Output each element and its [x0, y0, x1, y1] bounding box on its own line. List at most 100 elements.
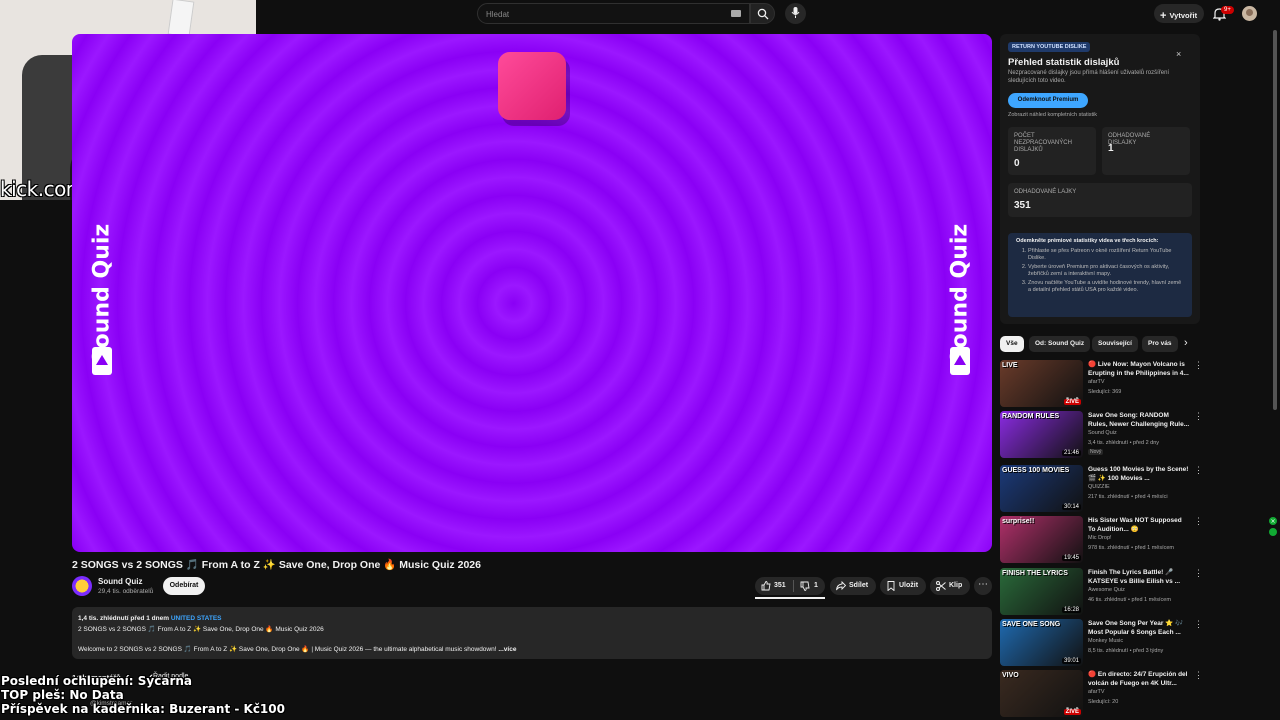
estimated-dislikes-card: ODHADOVANÉ DISLAJKY 1 [1102, 127, 1190, 175]
video-thumbnail[interactable]: FINISH THE LYRICS 16:28 [1000, 568, 1083, 615]
recommendation-item[interactable]: GUESS 100 MOVIES 30:14 Guess 100 Movies by… [1000, 465, 1203, 513]
unlock-premium-button[interactable]: Odemknout Premium [1008, 93, 1088, 108]
thumbs-up-icon[interactable] [761, 581, 771, 591]
channel-name[interactable]: Sound Quiz [98, 577, 142, 586]
description-box[interactable]: 1,4 tis. zhlédnutí před 1 dnem UNITED ST… [72, 607, 992, 659]
save-button[interactable]: Uložit [880, 577, 926, 595]
create-button[interactable]: + Vytvořit [1154, 4, 1204, 23]
video-thumbnail[interactable]: surprise!! 19:45 [1000, 516, 1083, 563]
more-vert-icon[interactable]: ⋮ [1194, 670, 1203, 681]
recommendation-item[interactable]: FINISH THE LYRICS 16:28 Finish The Lyrics … [1000, 568, 1203, 616]
channel-name[interactable]: afarTV [1088, 379, 1105, 385]
dislike-count[interactable]: 1 [814, 582, 818, 589]
create-label: Vytvořit [1169, 11, 1198, 20]
more-actions-button[interactable]: ⋯ [974, 577, 992, 595]
recommendation-item[interactable]: SAVE ONE SONG 39:01 Save One Song Per Year… [1000, 619, 1203, 667]
thumbs-down-icon[interactable] [800, 581, 810, 591]
account-avatar[interactable] [1242, 6, 1257, 21]
thumbnail-caption: surprise!! [1002, 518, 1035, 525]
step-item: Znovu načtěte YouTube a uvidíte hodinové… [1028, 280, 1184, 294]
microphone-icon [791, 7, 800, 18]
video-title[interactable]: Finish The Lyrics Battle! 🎤 KATSEYE vs B… [1088, 568, 1190, 586]
recommendation-item[interactable]: surprise!! 19:45 His Sister Was NOT Suppos… [1000, 516, 1203, 564]
search-icon [757, 8, 769, 20]
share-icon [836, 581, 846, 591]
channel-name[interactable]: Monkey Music [1088, 638, 1123, 644]
channel-name[interactable]: afarTV [1088, 689, 1105, 695]
chip-from-channel[interactable]: Od: Sound Quiz [1029, 336, 1091, 352]
search-input[interactable]: Hledat [477, 3, 750, 24]
side-extension-icons[interactable]: × [1268, 516, 1278, 538]
chip-related[interactable]: Související [1092, 336, 1138, 352]
more-vert-icon[interactable]: ⋮ [1194, 360, 1203, 371]
bookmark-icon [887, 581, 895, 591]
more-vert-icon[interactable]: ⋮ [1194, 619, 1203, 630]
channel-name[interactable]: QUIZZIE [1088, 484, 1110, 490]
like-count[interactable]: 351 [774, 582, 786, 589]
clip-button[interactable]: Klip [930, 577, 970, 595]
recommendation-item[interactable]: LIVE ŽIVĚ 🔴 Live Now: Mayon Volcano is Eru… [1000, 360, 1203, 408]
recommendation-item[interactable]: RANDOM RULES 21:46 Save One Song: RANDOM R… [1000, 411, 1203, 459]
channel-avatar[interactable] [72, 576, 92, 596]
recommendation-item[interactable]: VIVO ŽIVĚ 🔴 En directo: 24/7 Erupción del … [1000, 670, 1203, 718]
video-duration: 21:46 [1061, 450, 1081, 456]
thumbnail-caption: VIVO [1002, 672, 1019, 679]
rdl-preview-link[interactable]: Zobrazit náhled kompletních statistik [1008, 112, 1097, 118]
share-button[interactable]: Sdílet [830, 577, 876, 595]
thumbnail-caption: FINISH THE LYRICS [1002, 570, 1068, 577]
video-stats: 3,4 tis. zhlédnutí • před 2 dny [1088, 440, 1160, 446]
video-title[interactable]: Guess 100 Movies by the Scene! 🎬 ✨ 100 M… [1088, 465, 1190, 483]
video-duration: 16:28 [1061, 607, 1081, 613]
watermark-text-left: Sound Quiz [89, 223, 115, 365]
subscribe-button[interactable]: Odebírat [163, 577, 205, 595]
estimated-likes-label: ODHADOVANÉ LAJKY [1014, 189, 1077, 195]
video-player[interactable]: Sound Quiz Sound Quiz [72, 34, 992, 552]
save-label: Uložit [899, 582, 919, 589]
video-thumbnail[interactable]: LIVE ŽIVĚ [1000, 360, 1083, 407]
estimated-likes-value: 351 [1014, 200, 1031, 211]
video-stats: 217 tis. zhlédnutí • před 4 měsíci [1088, 494, 1168, 500]
chip-all[interactable]: Vše [1000, 336, 1024, 352]
thumbnail-caption: LIVE [1002, 362, 1018, 369]
live-badge: ŽIVĚ [1063, 399, 1081, 405]
page-scrollbar[interactable] [1273, 30, 1277, 410]
watermark-logo-icon [92, 347, 112, 375]
video-thumbnail[interactable]: SAVE ONE SONG 39:01 [1000, 619, 1083, 666]
video-stats: Sledující: 20 [1088, 699, 1119, 705]
video-title[interactable]: Save One Song Per Year ⭐ 🎶 Most Popular … [1088, 619, 1190, 637]
close-icon[interactable]: × [1176, 49, 1181, 59]
subscriber-count: 29,4 tis. odběratelů [98, 588, 154, 595]
video-thumbnail[interactable]: GUESS 100 MOVIES 30:14 [1000, 465, 1083, 512]
more-vert-icon[interactable]: ⋮ [1194, 411, 1203, 422]
estimated-dislikes-label: ODHADOVANÉ DISLAJKY [1108, 133, 1151, 146]
video-thumbnail[interactable]: RANDOM RULES 21:46 [1000, 411, 1083, 458]
views-date: 1,4 tis. zhlédnutí před 1 dnem [78, 615, 170, 622]
channel-name[interactable]: Awesome Quiz [1088, 587, 1125, 593]
svg-text:×: × [1270, 518, 1275, 525]
watermark-text-right: Sound Quiz [947, 223, 973, 365]
description-text: Welcome to 2 SONGS vs 2 SONGS 🎵 From A t… [78, 645, 516, 653]
country-tag[interactable]: UNITED STATES [171, 615, 222, 622]
video-thumbnail[interactable]: VIVO ŽIVĚ [1000, 670, 1083, 717]
voice-search-button[interactable] [785, 3, 806, 24]
rdl-subtitle: Nezpracované dislajky jsou přímá hlášení… [1008, 70, 1170, 84]
video-duration: 39:01 [1061, 658, 1081, 664]
more-vert-icon[interactable]: ⋮ [1194, 568, 1203, 579]
like-ratio-bar [755, 597, 825, 599]
channel-name[interactable]: Mic Drop! [1088, 535, 1112, 541]
search-button[interactable] [750, 3, 775, 24]
video-title[interactable]: Save One Song: RANDOM Rules, Newer Chall… [1088, 411, 1190, 429]
chevron-right-icon[interactable]: › [1184, 337, 1188, 349]
video-title[interactable]: His Sister Was NOT Supposed To Audition.… [1088, 516, 1190, 534]
channel-name[interactable]: Sound Quiz [1088, 430, 1117, 436]
more-vert-icon[interactable]: ⋮ [1194, 516, 1203, 527]
video-title[interactable]: 🔴 Live Now: Mayon Volcano is Erupting in… [1088, 360, 1190, 378]
more-vert-icon[interactable]: ⋮ [1194, 465, 1203, 476]
stream-overlay-line2: TOP pleš: No Data [1, 688, 124, 702]
chip-for-you[interactable]: Pro vás [1142, 336, 1178, 352]
estimated-dislikes-value: 1 [1108, 143, 1114, 154]
show-more-link[interactable]: ...více [498, 646, 516, 653]
keyboard-icon[interactable] [731, 10, 741, 17]
raw-dislikes-card: POČET NEZPRACOVANÝCH DISLAJKŮ 0 [1008, 127, 1096, 175]
video-title[interactable]: 🔴 En directo: 24/7 Erupción del volcán d… [1088, 670, 1190, 688]
